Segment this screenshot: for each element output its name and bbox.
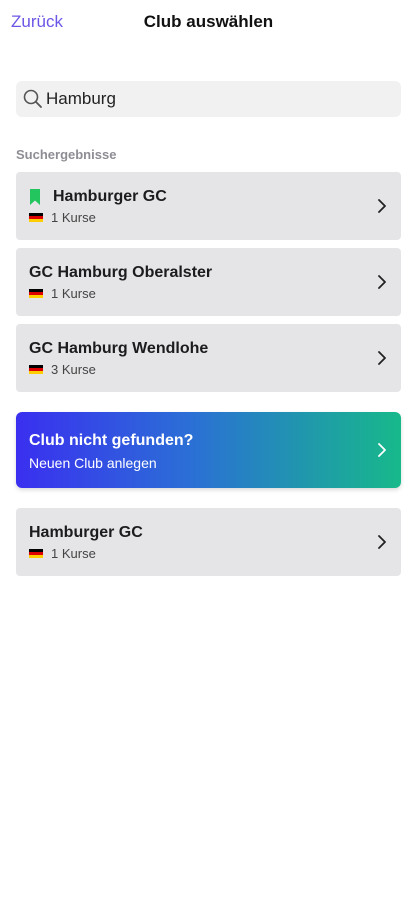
search-bar[interactable] <box>16 81 401 117</box>
cta-title: Club nicht gefunden? <box>29 432 194 449</box>
bookmark-icon <box>30 189 40 205</box>
result-title-row: GC Hamburg Oberalster <box>29 264 212 282</box>
result-item[interactable]: GC Hamburg Wendlohe 3 Kurse <box>16 324 401 392</box>
chevron-right-icon <box>378 535 386 549</box>
germany-flag-icon <box>29 364 43 375</box>
chevron-right-icon <box>378 351 386 365</box>
result-name: GC Hamburg Oberalster <box>29 264 213 281</box>
result-title-row: Hamburger GC <box>29 188 167 206</box>
result-meta: 1 Kurse <box>29 286 96 301</box>
search-input[interactable] <box>46 84 386 114</box>
club-meta: 1 Kurse <box>29 546 96 561</box>
search-icon <box>23 89 42 108</box>
germany-flag-icon <box>29 548 43 559</box>
chevron-right-icon <box>378 199 386 213</box>
result-meta: 1 Kurse <box>29 210 96 225</box>
cta-subtitle: Neuen Club anlegen <box>29 455 157 471</box>
chevron-right-icon <box>378 443 386 457</box>
page-title: Club auswählen <box>143 12 274 31</box>
club-select-screen: Zurück Club auswählen Suchergebnisse Ham… <box>0 0 417 900</box>
germany-flag-icon <box>29 212 43 223</box>
result-title-row: GC Hamburg Wendlohe <box>29 340 208 358</box>
header: Zurück Club auswählen <box>0 0 417 46</box>
section-label-results: Suchergebnisse <box>16 147 117 162</box>
chevron-right-icon <box>378 275 386 289</box>
result-courses: 1 Kurse <box>51 286 96 301</box>
create-club-button[interactable]: Club nicht gefunden? Neuen Club anlegen <box>16 412 401 488</box>
result-meta: 3 Kurse <box>29 362 96 377</box>
result-item[interactable]: GC Hamburg Oberalster 1 Kurse <box>16 248 401 316</box>
germany-flag-icon <box>29 288 43 299</box>
result-name: GC Hamburg Wendlohe <box>29 340 209 357</box>
club-item[interactable]: Hamburger GC 1 Kurse <box>16 508 401 576</box>
club-title-row: Hamburger GC <box>29 524 143 542</box>
result-name: Hamburger GC <box>53 188 167 205</box>
club-courses: 1 Kurse <box>51 546 96 561</box>
result-courses: 1 Kurse <box>51 210 96 225</box>
result-courses: 3 Kurse <box>51 362 96 377</box>
result-item[interactable]: Hamburger GC 1 Kurse <box>16 172 401 240</box>
club-name: Hamburger GC <box>29 524 143 541</box>
